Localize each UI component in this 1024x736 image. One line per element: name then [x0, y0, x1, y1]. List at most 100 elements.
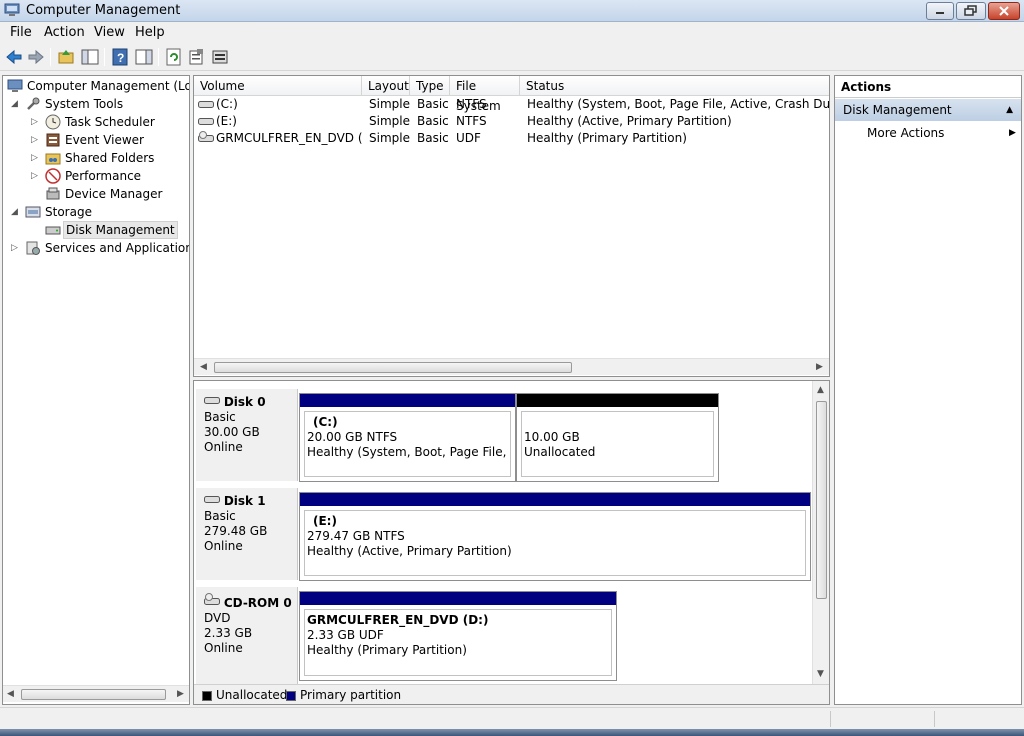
expand-icon[interactable]: ▷ — [31, 149, 38, 167]
fs-cell: UDF — [456, 131, 481, 145]
show-tree-icon[interactable] — [80, 47, 100, 67]
forward-icon[interactable] — [26, 47, 46, 67]
restore-button[interactable] — [956, 2, 986, 20]
toolbar: ? — [0, 43, 1024, 71]
primary-partition-bar — [300, 394, 515, 407]
primary-partition-bar — [300, 592, 616, 605]
device-manager-icon — [46, 187, 60, 200]
console-tree: Computer Management (Local ◢ System Tool… — [2, 75, 190, 705]
column-header-type[interactable]: Type — [410, 76, 450, 96]
partition-c[interactable]: (C:) 20.00 GB NTFS Healthy (System, Boot… — [299, 393, 516, 482]
disk-1-label[interactable]: Disk 1 Basic 279.48 GB Online — [196, 488, 298, 580]
column-header-volume[interactable]: Volume — [194, 76, 362, 96]
disk-icon — [45, 226, 61, 235]
column-header-layout[interactable]: Layout — [362, 76, 410, 96]
scrollbar-thumb[interactable] — [214, 362, 572, 373]
disk-state: Online — [204, 641, 243, 655]
collapse-icon[interactable]: ◢ — [11, 203, 18, 221]
scrollbar-thumb[interactable] — [21, 689, 166, 700]
expand-icon[interactable]: ▷ — [31, 113, 38, 131]
scroll-right-icon[interactable]: ▶ — [816, 362, 823, 372]
menu-bar: File Action View Help — [0, 22, 1024, 43]
scroll-left-icon[interactable]: ◀ — [7, 689, 14, 699]
scrollbar-thumb[interactable] — [816, 401, 827, 599]
scroll-right-icon[interactable]: ▶ — [177, 689, 184, 699]
tools-icon — [27, 97, 40, 110]
column-header-status[interactable]: Status — [520, 76, 829, 96]
partition-size: 20.00 GB NTFS — [307, 430, 398, 444]
unallocated-swatch — [202, 691, 212, 701]
partition-size: 10.00 GB — [524, 430, 580, 444]
properties-icon[interactable] — [186, 47, 206, 67]
layout-cell: Simple — [369, 131, 410, 145]
expand-icon[interactable]: ▷ — [11, 239, 18, 257]
disk-size: 30.00 GB — [204, 425, 260, 439]
tree-label: Disk Management — [63, 221, 178, 239]
partition-body: (E:) 279.47 GB NTFS Healthy (Active, Pri… — [304, 510, 806, 576]
status-cell: Healthy (Primary Partition) — [527, 131, 687, 145]
partition-unallocated[interactable]: 10.00 GB Unallocated — [516, 393, 719, 482]
minimize-button[interactable] — [926, 2, 954, 20]
unallocated-bar — [517, 394, 718, 407]
scroll-left-icon[interactable]: ◀ — [200, 362, 207, 372]
layout-cell: Simple — [369, 114, 410, 128]
table-row[interactable]: (E:) Simple Basic NTFS Healthy (Active, … — [194, 113, 829, 130]
fs-cell: NTFS — [456, 114, 487, 128]
legend: Unallocated Primary partition — [194, 684, 829, 704]
scroll-up-icon[interactable]: ▲ — [817, 385, 824, 395]
disk-management-icon[interactable] — [210, 47, 230, 67]
drive-icon — [198, 101, 214, 108]
partition-size: 279.47 GB NTFS — [307, 529, 405, 543]
table-row[interactable]: GRMCULFRER_EN_DVD (D:) Simple Basic UDF … — [194, 130, 829, 147]
menu-view[interactable]: View — [94, 25, 125, 40]
partition-body: (C:) 20.00 GB NTFS Healthy (System, Boot… — [304, 411, 511, 477]
show-action-pane-icon[interactable] — [134, 47, 154, 67]
taskbar — [0, 729, 1024, 736]
event-viewer-icon — [46, 133, 60, 147]
up-folder-icon[interactable] — [56, 47, 76, 67]
disk-vertical-scrollbar[interactable]: ▲ ▼ — [812, 381, 829, 684]
disk-name: Disk 0 — [223, 395, 266, 409]
disk-type: Basic — [204, 410, 236, 424]
services-icon — [26, 241, 40, 255]
table-row[interactable]: (C:) Simple Basic NTFS Healthy (System, … — [194, 96, 829, 113]
disk-0-label[interactable]: Disk 0 Basic 30.00 GB Online — [196, 389, 298, 481]
scroll-down-icon[interactable]: ▼ — [817, 669, 824, 679]
volume-list: Volume Layout Type File System Status (C… — [193, 75, 830, 377]
type-cell: Basic — [417, 97, 449, 111]
legend-unallocated: Unallocated — [216, 688, 288, 702]
help-icon[interactable]: ? — [110, 47, 130, 67]
legend-primary: Primary partition — [300, 688, 402, 702]
partition-body: 10.00 GB Unallocated — [521, 411, 714, 477]
primary-partition-bar — [300, 493, 810, 506]
menu-file[interactable]: File — [10, 25, 32, 40]
partition-d[interactable]: GRMCULFRER_EN_DVD (D:) 2.33 GB UDF Healt… — [299, 591, 617, 681]
column-header-file-system[interactable]: File System — [450, 76, 520, 113]
collapse-icon[interactable]: ◢ — [11, 95, 18, 113]
tree-label: Storage — [45, 205, 92, 219]
submenu-arrow-icon: ▶ — [1009, 128, 1016, 138]
close-button[interactable] — [988, 2, 1020, 20]
menu-action[interactable]: Action — [44, 25, 85, 40]
type-cell: Basic — [417, 131, 449, 145]
volume-cell: (E:) — [216, 114, 237, 128]
disk-type: DVD — [204, 611, 231, 625]
cdrom-0-label[interactable]: CD-ROM 0 DVD 2.33 GB Online — [196, 587, 298, 684]
tree-horizontal-scrollbar[interactable]: ◀ ▶ — [3, 685, 189, 702]
more-actions-item[interactable]: More Actions — [867, 126, 944, 140]
expand-icon[interactable]: ▷ — [31, 131, 38, 149]
status-bar — [0, 707, 1024, 729]
tree-label: Device Manager — [65, 187, 163, 201]
expand-icon[interactable]: ▷ — [31, 167, 38, 185]
volume-horizontal-scrollbar[interactable]: ◀ ▶ — [194, 358, 829, 375]
computer-icon — [7, 79, 23, 92]
disk-size: 279.48 GB — [204, 524, 268, 538]
collapse-up-icon[interactable]: ▲ — [1006, 99, 1013, 121]
partition-e[interactable]: (E:) 279.47 GB NTFS Healthy (Active, Pri… — [299, 492, 811, 581]
menu-help[interactable]: Help — [135, 25, 165, 40]
refresh-icon[interactable] — [164, 47, 184, 67]
drive-icon — [198, 118, 214, 125]
back-icon[interactable] — [4, 47, 24, 67]
actions-section-disk-management[interactable]: Disk Management ▲ — [835, 99, 1021, 121]
type-cell: Basic — [417, 114, 449, 128]
